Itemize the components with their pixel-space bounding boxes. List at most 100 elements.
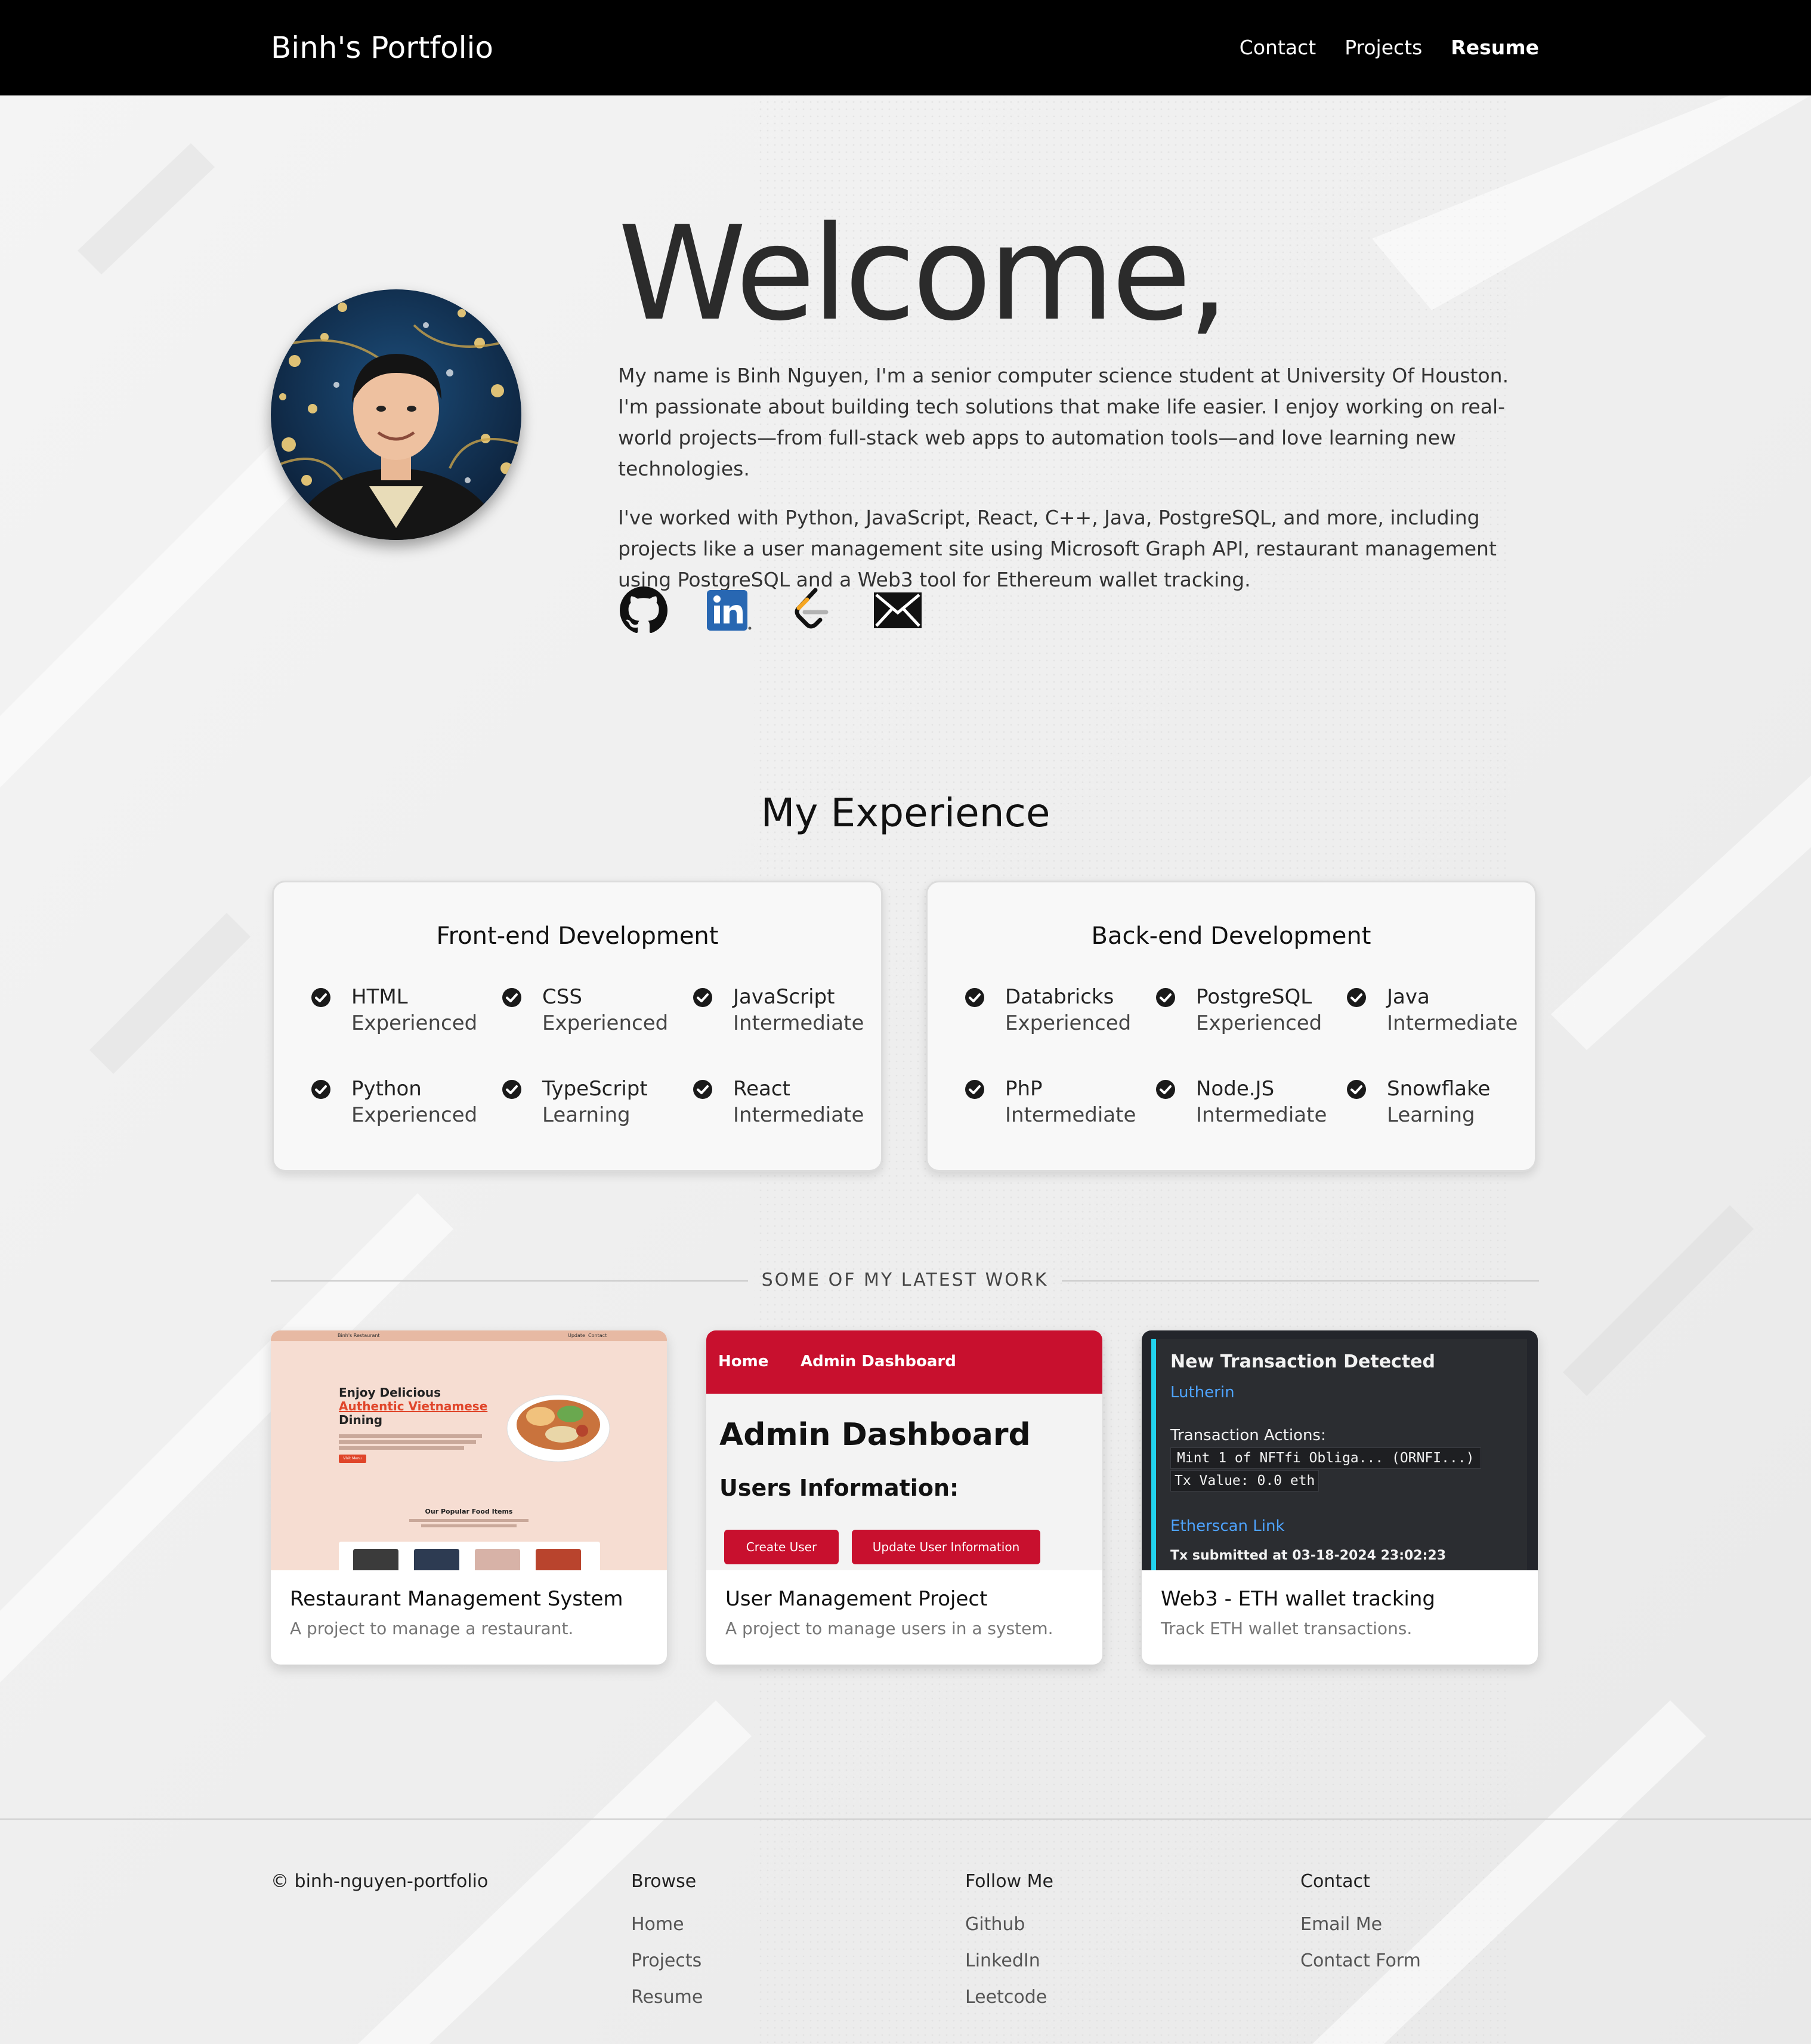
check-circle-icon [965,1079,985,1100]
footer-heading: Browse [631,1871,697,1892]
thumb-name: Lutherin [1170,1384,1235,1401]
skill-name: CSS [542,985,582,1009]
welcome-heading: Welcome, [618,199,1229,350]
skill-name: Python [351,1077,422,1101]
footer-link-resume[interactable]: Resume [631,1984,703,2011]
footer-column-follow: Follow Me Github LinkedIn Leetcode [965,1869,1053,2021]
social-links [618,585,923,636]
email-icon[interactable] [872,585,923,636]
skill-name: JavaScript [733,985,835,1009]
footer-column-contact: Contact Email Me Contact Form [1300,1869,1421,1984]
profile-avatar [271,289,521,540]
skill-level: Intermediate [1005,1103,1136,1127]
skill-name: Databricks [1005,985,1114,1009]
footer-link-linkedin[interactable]: LinkedIn [965,1948,1053,1974]
thumb-brand: Binh's Restaurant [338,1333,380,1338]
thumb-code: Tx Value: 0.0 eth [1170,1470,1319,1492]
skill-level: Intermediate [1387,1011,1518,1035]
experience-card-backend: Back-end Development Databricks Experienc… [926,881,1537,1172]
skill-name: React [733,1077,790,1101]
project-description: A project to manage a restaurant. [290,1619,574,1638]
experience-title: My Experience [761,790,1050,836]
skill-name: PhP [1005,1077,1043,1101]
thumb-actions-label: Transaction Actions: [1170,1427,1326,1444]
check-circle-icon [311,987,331,1008]
check-circle-icon [311,1079,331,1100]
bio-paragraph: My name is Binh Nguyen, I'm a senior com… [618,364,1509,480]
footer-column-browse: Browse Home Projects Resume [631,1869,703,2021]
card-title: Back-end Development [1091,922,1371,950]
latest-work-label: SOME OF MY LATEST WORK [761,1270,1049,1290]
bio-text: My name is Binh Nguyen, I'm a senior com… [618,360,1537,613]
thumb-button: Visit Menu [339,1455,366,1463]
skill-name: TypeScript [542,1077,648,1101]
thumb-link: Etherscan Link [1170,1517,1285,1535]
check-circle-icon [1155,1079,1176,1100]
skill-level: Intermediate [733,1103,864,1127]
brand-title[interactable]: Binh's Portfolio [271,29,493,67]
thumb-nav: Contact [588,1333,607,1338]
check-circle-icon [693,987,713,1008]
check-circle-icon [502,987,522,1008]
project-description: A project to manage users in a system. [725,1619,1053,1638]
nav-link-contact[interactable]: Contact [1240,33,1316,62]
footer-heading: Contact [1300,1871,1370,1892]
footer-copyright: © binh-nguyen-portfolio [271,1871,489,1892]
experience-card-frontend: Front-end Development HTML Experienced CSS… [272,881,883,1172]
top-navbar: Binh's Portfolio Contact Projects Resume [0,0,1811,95]
thumb-heading: New Transaction Detected [1170,1351,1435,1372]
footer-link-github[interactable]: Github [965,1912,1053,1938]
footer-link-email[interactable]: Email Me [1300,1912,1421,1938]
card-title: Front-end Development [436,922,719,950]
thumb-code: Mint 1 of NFTfi Obliga... (ORNFI...) [1170,1447,1481,1469]
nav-link-projects[interactable]: Projects [1345,33,1422,62]
skill-name: Node.JS [1196,1077,1275,1101]
check-circle-icon [693,1079,713,1100]
linkedin-icon[interactable] [703,585,754,636]
skill-level: Learning [542,1103,631,1127]
thumb-subheading: Users Information: [719,1475,959,1501]
leetcode-icon[interactable] [787,585,839,636]
github-icon[interactable] [618,585,669,636]
footer-link-projects[interactable]: Projects [631,1948,703,1974]
thumb-line2: Authentic Vietnamese [339,1399,488,1413]
project-description: Track ETH wallet transactions. [1161,1619,1413,1638]
latest-work-divider: SOME OF MY LATEST WORK [271,1267,1539,1293]
check-circle-icon [965,987,985,1008]
thumb-submitted: Tx submitted at 03-18-2024 23:02:23 [1170,1548,1447,1563]
project-thumbnail: New Transaction Detected Lutherin Transa… [1142,1330,1538,1570]
thumb-nav-admin: Admin Dashboard [801,1353,956,1370]
nav-link-resume[interactable]: Resume [1451,33,1539,62]
skill-level: Experienced [542,1011,669,1035]
project-thumbnail: Home Admin Dashboard Admin Dashboard Use… [706,1330,1102,1570]
skill-name: HTML [351,985,408,1009]
project-title: Web3 - ETH wallet tracking [1161,1587,1435,1611]
check-circle-icon [1346,987,1367,1008]
project-card-web3[interactable]: New Transaction Detected Lutherin Transa… [1142,1330,1538,1665]
footer-link-leetcode[interactable]: Leetcode [965,1984,1053,2011]
thumb-create-user: Create User [724,1530,839,1564]
skill-level: Intermediate [733,1011,864,1035]
footer-heading: Follow Me [965,1871,1053,1892]
skill-level: Experienced [351,1103,478,1127]
thumb-nav-home: Home [718,1353,769,1370]
skill-name: PostgreSQL [1196,985,1312,1009]
skill-level: Experienced [351,1011,478,1035]
project-card-restaurant[interactable]: Binh's Restaurant Update Contact Enjoy D… [271,1330,667,1665]
footer-divider [0,1818,1811,1820]
footer-link-home[interactable]: Home [631,1912,703,1938]
check-circle-icon [502,1079,522,1100]
project-card-user-management[interactable]: Home Admin Dashboard Admin Dashboard Use… [706,1330,1102,1665]
footer-link-contact-form[interactable]: Contact Form [1300,1948,1421,1974]
skill-level: Learning [1387,1103,1475,1127]
project-thumbnail: Binh's Restaurant Update Contact Enjoy D… [271,1330,667,1570]
thumb-nav: Update [568,1333,585,1338]
nav-links: Contact Projects Resume [1240,33,1539,62]
thumb-popular: Our Popular Food Items [425,1508,513,1515]
skill-name: Snowflake [1387,1077,1491,1101]
thumb-line3: Dining [339,1413,383,1427]
skill-level: Intermediate [1196,1103,1327,1127]
check-circle-icon [1346,1079,1367,1100]
project-title: Restaurant Management System [290,1587,623,1611]
skill-level: Experienced [1196,1011,1322,1035]
